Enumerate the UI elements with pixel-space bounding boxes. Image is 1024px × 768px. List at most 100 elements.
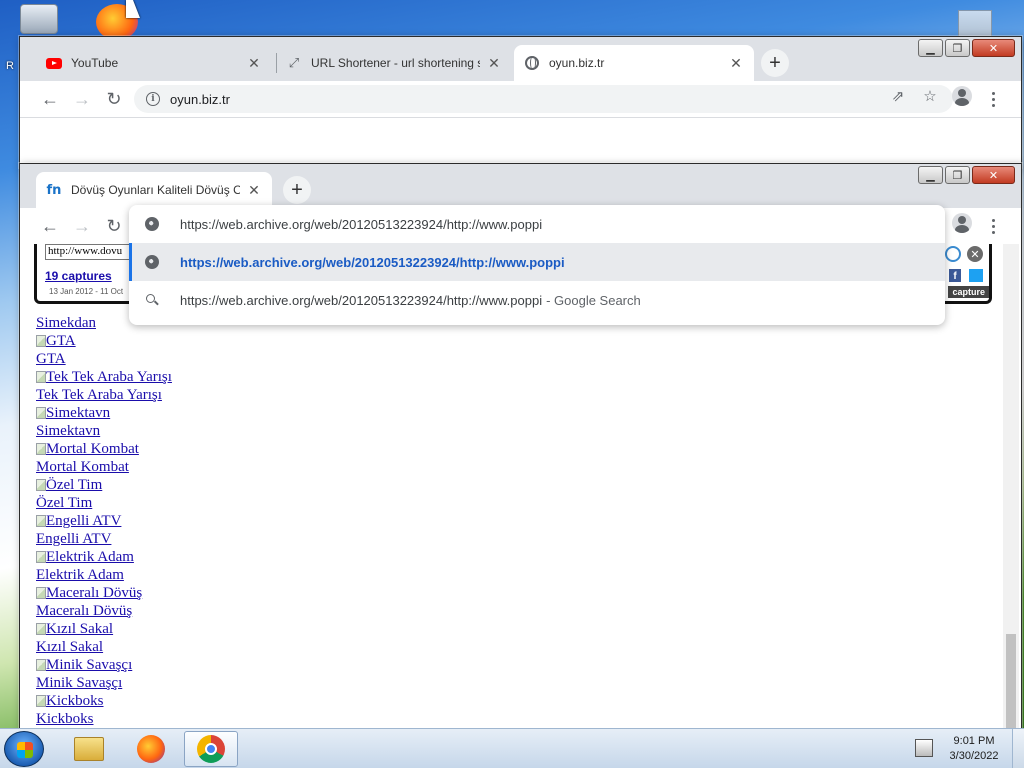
window-controls: ▁ ❐ ✕	[918, 39, 1015, 57]
capture-button[interactable]: capture	[948, 286, 989, 298]
maximize-button[interactable]: ❐	[945, 166, 970, 184]
tab-url-shortener[interactable]: ⤢ URL Shortener - url shortening s ✕	[276, 45, 512, 81]
reload-button[interactable]: ↻	[100, 212, 128, 240]
tab-dovus-oyunlari[interactable]: fn Dövüş Oyunları Kaliteli Dövüş Oy ✕	[36, 172, 272, 208]
suggestion-search[interactable]: https://web.archive.org/web/201205132239…	[129, 281, 945, 319]
new-tab-button[interactable]: +	[283, 176, 311, 204]
game-image-link[interactable]: Minik Savaşçı	[36, 656, 172, 674]
tab-title: Dövüş Oyunları Kaliteli Dövüş Oy	[71, 183, 240, 197]
game-image-link[interactable]: Simektavn	[36, 404, 172, 422]
game-image-link[interactable]: Kızıl Sakal	[36, 620, 172, 638]
game-image-link[interactable]: Elektrik Adam	[36, 548, 172, 566]
link-icon: ⤢	[288, 55, 300, 70]
address-bar[interactable]: i oyun.biz.tr	[134, 85, 953, 113]
close-window-button[interactable]: ✕	[972, 166, 1015, 184]
show-desktop-button[interactable]	[1012, 729, 1024, 768]
broken-image-icon	[36, 371, 46, 383]
tab-title: URL Shortener - url shortening s	[311, 56, 480, 70]
tab-oyun-biz-tr[interactable]: oyun.biz.tr ✕	[514, 45, 754, 81]
toolbar-actions: ⇗ ☆	[887, 85, 973, 107]
close-tab-icon[interactable]: ✕	[246, 182, 262, 199]
desktop-icon-label: R	[6, 60, 14, 72]
site-info-icon[interactable]: i	[146, 92, 160, 106]
toolbar-actions	[951, 212, 973, 234]
game-link[interactable]: Mortal Kombat	[36, 458, 172, 476]
search-icon	[145, 293, 159, 307]
game-image-link[interactable]: Kickboks	[36, 692, 172, 710]
profile-icon[interactable]	[951, 212, 973, 234]
reload-button[interactable]: ↻	[100, 85, 128, 113]
wayback-captures-link[interactable]: 19 captures	[45, 269, 112, 283]
game-link[interactable]: Minik Savaşçı	[36, 674, 172, 692]
game-link[interactable]: GTA	[36, 350, 172, 368]
game-image-link[interactable]: Maceralı Dövüş	[36, 584, 172, 602]
page-content-back	[20, 117, 1021, 167]
game-link[interactable]: Özel Tim	[36, 494, 172, 512]
suggestion-url[interactable]: https://web.archive.org/web/201205132239…	[129, 243, 945, 281]
game-image-link[interactable]: GTA	[36, 332, 172, 350]
game-link[interactable]: Kickboks	[36, 710, 172, 728]
minimize-button[interactable]: ▁	[918, 166, 943, 184]
forward-button[interactable]: →	[68, 212, 96, 240]
folder-icon	[74, 737, 104, 761]
taskbar-chrome[interactable]	[184, 731, 238, 767]
back-button[interactable]: ←	[36, 212, 64, 240]
profile-icon[interactable]	[951, 85, 973, 107]
broken-image-icon	[36, 479, 46, 491]
network-icon[interactable]	[915, 739, 933, 757]
window-controls: ▁ ❐ ✕	[918, 166, 1015, 184]
facebook-icon[interactable]: f	[949, 269, 961, 282]
game-link[interactable]: Engelli ATV	[36, 530, 172, 548]
omnibox-input-text[interactable]: https://web.archive.org/web/201205132239…	[180, 217, 542, 232]
twitter-icon[interactable]	[969, 269, 983, 282]
game-image-link[interactable]: Tek Tek Araba Yarışı	[36, 368, 172, 386]
game-image-link[interactable]: Engelli ATV	[36, 512, 172, 530]
close-icon[interactable]: ✕	[967, 246, 983, 262]
share-icon[interactable]: ⇗	[887, 85, 909, 107]
game-image-link[interactable]: Mortal Kombat	[36, 440, 172, 458]
back-button[interactable]: ←	[36, 85, 64, 113]
minimize-button[interactable]: ▁	[918, 39, 943, 57]
firefox-icon	[137, 735, 165, 763]
fn-site-icon: fn	[46, 182, 62, 198]
omnibox-input-row[interactable]: https://web.archive.org/web/201205132239…	[129, 205, 945, 243]
tab-title: YouTube	[71, 56, 119, 70]
broken-image-icon	[36, 335, 46, 347]
omnibox-dropdown: https://web.archive.org/web/201205132239…	[129, 205, 945, 325]
game-link[interactable]: Kızıl Sakal	[36, 638, 172, 656]
close-tab-icon[interactable]: ✕	[728, 55, 744, 72]
tab-youtube[interactable]: YouTube ✕	[36, 45, 272, 81]
new-tab-button[interactable]: +	[761, 49, 789, 77]
game-list: Simekdan GTA GTA Tek Tek Araba Yarışı Te…	[36, 314, 172, 728]
chrome-icon	[197, 735, 225, 763]
browser-menu-icon[interactable]	[983, 89, 1003, 109]
browser-menu-icon[interactable]	[983, 216, 1003, 236]
game-link[interactable]: Simektavn	[36, 422, 172, 440]
page-scrollbar[interactable]	[1003, 244, 1019, 732]
game-image-link[interactable]: Özel Tim	[36, 476, 172, 494]
broken-image-icon	[36, 659, 46, 671]
game-link[interactable]: Tek Tek Araba Yarışı	[36, 386, 172, 404]
game-link[interactable]: Elektrik Adam	[36, 566, 172, 584]
scrollbar-thumb[interactable]	[1006, 634, 1016, 732]
taskbar-explorer[interactable]	[62, 731, 116, 767]
bookmark-star-icon[interactable]: ☆	[919, 85, 941, 107]
wayback-date-range: 13 Jan 2012 - 11 Oct	[49, 287, 124, 296]
game-link[interactable]: Maceralı Dövüş	[36, 602, 172, 620]
clock-time: 9:01 PM	[953, 735, 995, 747]
broken-image-icon	[36, 443, 46, 455]
help-icon[interactable]	[945, 246, 961, 262]
youtube-icon	[46, 55, 62, 71]
forward-button[interactable]: →	[68, 85, 96, 113]
system-clock[interactable]: 9:01 PM 3/30/2022	[942, 734, 1006, 764]
close-tab-icon[interactable]: ✕	[486, 55, 502, 72]
recycle-bin-icon[interactable]	[20, 4, 58, 34]
broken-image-icon	[36, 515, 46, 527]
suggestion-text: https://web.archive.org/web/201205132239…	[180, 292, 543, 308]
close-window-button[interactable]: ✕	[972, 39, 1015, 57]
maximize-button[interactable]: ❐	[945, 39, 970, 57]
clock-date: 3/30/2022	[949, 750, 999, 762]
start-button[interactable]	[4, 731, 44, 767]
taskbar-firefox[interactable]	[124, 731, 178, 767]
close-tab-icon[interactable]: ✕	[246, 55, 262, 72]
